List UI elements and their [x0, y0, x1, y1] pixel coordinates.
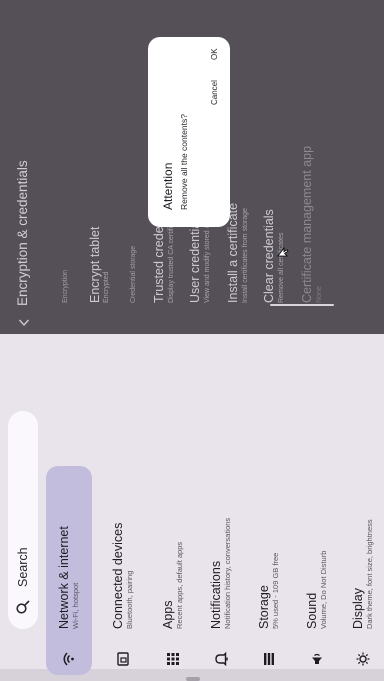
nav-subtitle: Recent apps, default apps: [175, 541, 184, 629]
nav-item-storage[interactable]: Storage 5% used - 109 GB free: [246, 553, 292, 681]
encrypt-tablet-status: Encrypted: [103, 271, 110, 303]
dialog-message: Remove all the contents?: [179, 114, 189, 210]
nav-title: Storage: [257, 585, 271, 629]
section-header-credential-storage: Credential storage: [130, 245, 137, 303]
certificate-app-title: Certificate management app: [300, 145, 314, 303]
nav-subtitle: 5% used - 109 GB free: [271, 552, 280, 629]
nav-item-connected-devices[interactable]: Connected devices Bluetooth, pairing: [100, 523, 146, 681]
apps-grid-icon: [165, 651, 181, 667]
install-certificate-sub: Install certificates from storage: [242, 208, 249, 303]
nav-title: Apps: [161, 600, 175, 630]
nav-title: Connected devices: [111, 522, 125, 629]
cancel-button[interactable]: Cancel: [210, 80, 219, 105]
connected-devices-icon: [115, 651, 131, 667]
settings-nav-panel: Search Network & internet Wi-Fi, hotspot…: [0, 334, 384, 681]
search-label: Search: [16, 547, 30, 587]
nav-subtitle: Dark theme, font size, brightness: [365, 519, 374, 629]
clear-credentials-title[interactable]: Clear credentials: [262, 209, 276, 303]
storage-icon: [261, 651, 277, 667]
section-header-encryption: Encryption: [62, 269, 69, 303]
search-icon: [16, 600, 30, 614]
nav-subtitle: Volume, Do Not Disturb: [319, 550, 328, 629]
nav-item-apps[interactable]: Apps Recent apps, default apps: [150, 542, 196, 681]
nav-title: Sound: [305, 592, 319, 629]
nav-item-sound[interactable]: Sound Volume, Do Not Disturb: [294, 551, 340, 681]
nav-item-notifications[interactable]: Notifications Notification history, conv…: [198, 518, 244, 681]
display-icon: [355, 651, 371, 667]
gesture-bar: [270, 304, 334, 306]
nav-item-display[interactable]: Display Dark theme, font size, brightnes…: [340, 519, 384, 681]
search-bar[interactable]: Search: [8, 411, 38, 629]
nav-title: Display: [351, 588, 365, 629]
ok-button[interactable]: OK: [210, 48, 219, 60]
nav-title: Network & internet: [57, 526, 71, 629]
attention-dialog: Attention Remove all the contents? Cance…: [148, 37, 230, 227]
back-arrow-icon[interactable]: [18, 316, 30, 328]
nav-title: Notifications: [209, 560, 223, 629]
clear-credentials-sub: Remove all certificates: [278, 232, 285, 303]
dialog-title: Attention: [161, 162, 175, 210]
bell-icon: [213, 651, 229, 667]
encrypt-tablet-title: Encrypt tablet: [88, 226, 102, 303]
page-title: Encryption & credentials: [15, 160, 30, 306]
nav-subtitle: Wi-Fi, hotspot: [71, 582, 80, 629]
nav-subtitle: Bluetooth, pairing: [125, 570, 134, 629]
mouse-cursor-icon: [277, 246, 289, 257]
nav-subtitle: Notification history, conversations: [223, 517, 232, 629]
certificate-app-sub: None: [316, 286, 323, 303]
nav-item-network-internet[interactable]: Network & internet Wi-Fi, hotspot: [46, 466, 92, 675]
wifi-icon: [61, 651, 77, 667]
sound-icon: [309, 651, 325, 667]
